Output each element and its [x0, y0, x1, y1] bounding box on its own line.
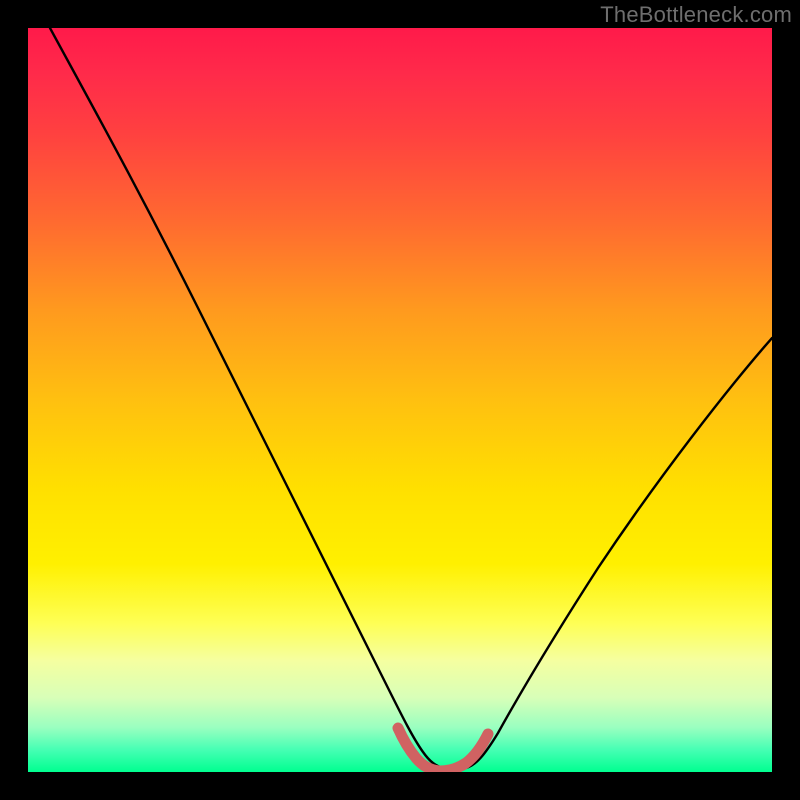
chart-container: TheBottleneck.com — [0, 0, 800, 800]
plot-area — [28, 28, 772, 772]
curve-layer — [28, 28, 772, 772]
watermark-label: TheBottleneck.com — [600, 2, 792, 28]
bottleneck-curve — [50, 28, 772, 770]
